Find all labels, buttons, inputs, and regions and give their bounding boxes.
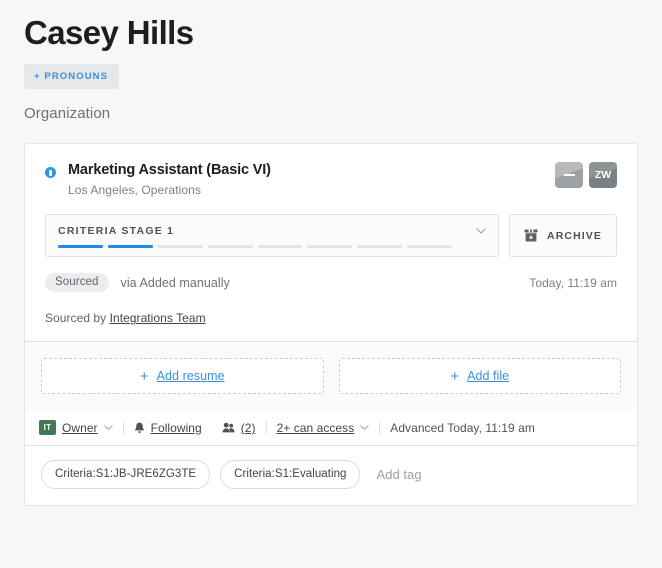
stage-segment bbox=[157, 245, 203, 249]
stage-progress-bars bbox=[58, 245, 486, 249]
job-title[interactable]: Marketing Assistant (Basic VI) bbox=[68, 161, 555, 179]
chevron-down-icon[interactable] bbox=[476, 228, 486, 235]
attachments-section: + Add resume + Add file bbox=[25, 342, 637, 411]
sourced-by-prefix: Sourced by bbox=[45, 311, 107, 326]
archive-button-label: ARCHIVE bbox=[547, 229, 602, 242]
source-method-text: via Added manually bbox=[120, 275, 230, 290]
page-header: Casey Hills + PRONOUNS Organization bbox=[0, 0, 662, 122]
add-pronouns-button[interactable]: + PRONOUNS bbox=[24, 64, 120, 90]
following-group[interactable]: Following bbox=[124, 421, 212, 435]
avatar-placeholder-dash-icon bbox=[563, 174, 575, 177]
owner-label[interactable]: Owner bbox=[62, 421, 98, 435]
stage-segment bbox=[257, 245, 303, 249]
chevron-down-icon[interactable] bbox=[103, 425, 113, 431]
sourced-by-row: Sourced by Integrations Team bbox=[45, 311, 617, 325]
avatar[interactable]: ZW bbox=[589, 162, 617, 189]
add-file-label: Add file bbox=[467, 369, 510, 384]
plus-icon: + bbox=[139, 367, 149, 385]
avatar-group: ZW bbox=[555, 162, 617, 189]
archive-button[interactable]: ARCHIVE bbox=[509, 214, 617, 258]
add-tag-input[interactable]: Add tag bbox=[376, 467, 421, 482]
job-status-dot-icon bbox=[45, 167, 56, 179]
followers-group[interactable]: (2) bbox=[212, 421, 266, 435]
stage-row: CRITERIA STAGE 1 ARCHIVE bbox=[45, 214, 617, 258]
job-details-section: Marketing Assistant (Basic VI) Los Angel… bbox=[25, 144, 637, 341]
application-card: Marketing Assistant (Basic VI) Los Angel… bbox=[24, 143, 638, 507]
tags-section: Criteria:S1:JB-JRE6ZG3TE Criteria:S1:Eva… bbox=[25, 446, 637, 506]
job-text-block: Marketing Assistant (Basic VI) Los Angel… bbox=[68, 161, 555, 197]
criteria-stage-label: CRITERIA STAGE 1 bbox=[58, 225, 175, 238]
tag-pill[interactable]: Criteria:S1:Evaluating bbox=[220, 460, 361, 490]
stage-segment bbox=[307, 245, 353, 249]
job-header-row: Marketing Assistant (Basic VI) Los Angel… bbox=[45, 161, 617, 197]
add-file-button[interactable]: + Add file bbox=[338, 358, 621, 395]
chevron-down-icon[interactable] bbox=[360, 425, 370, 431]
advanced-group: Advanced Today, 11:19 am bbox=[380, 421, 545, 435]
archive-box-icon bbox=[524, 229, 538, 242]
followers-count[interactable]: (2) bbox=[241, 421, 256, 435]
following-label[interactable]: Following bbox=[151, 421, 202, 435]
bell-icon bbox=[134, 422, 144, 434]
plus-icon: + bbox=[450, 367, 460, 385]
owner-avatar: IT bbox=[39, 420, 56, 436]
access-group[interactable]: 2+ can access bbox=[267, 421, 380, 435]
people-icon bbox=[222, 423, 235, 433]
criteria-stage-selector[interactable]: CRITERIA STAGE 1 bbox=[45, 214, 499, 258]
owner-group[interactable]: IT Owner bbox=[39, 420, 123, 436]
tag-pill[interactable]: Criteria:S1:JB-JRE6ZG3TE bbox=[41, 460, 211, 490]
status-badge: Sourced bbox=[45, 273, 109, 293]
stage-segment bbox=[407, 245, 452, 249]
sourced-row: Sourced via Added manually Today, 11:19 … bbox=[45, 273, 617, 293]
access-label[interactable]: 2+ can access bbox=[277, 421, 355, 435]
stage-segment bbox=[357, 245, 403, 249]
page-title: Casey Hills bbox=[24, 14, 194, 51]
organization-label: Organization bbox=[24, 105, 111, 123]
add-resume-label: Add resume bbox=[156, 369, 225, 384]
job-subtitle: Los Angeles, Operations bbox=[68, 183, 202, 198]
meta-row: IT Owner Following (2) 2+ can access Adv… bbox=[25, 410, 637, 446]
sourced-by-link[interactable]: Integrations Team bbox=[110, 311, 206, 325]
add-resume-button[interactable]: + Add resume bbox=[41, 358, 324, 395]
advanced-timestamp: Advanced Today, 11:19 am bbox=[390, 420, 535, 435]
avatar[interactable] bbox=[555, 162, 583, 189]
stage-segment bbox=[207, 245, 253, 249]
stage-segment bbox=[107, 245, 153, 249]
sourced-timestamp: Today, 11:19 am bbox=[529, 275, 617, 290]
stage-segment bbox=[58, 245, 103, 249]
